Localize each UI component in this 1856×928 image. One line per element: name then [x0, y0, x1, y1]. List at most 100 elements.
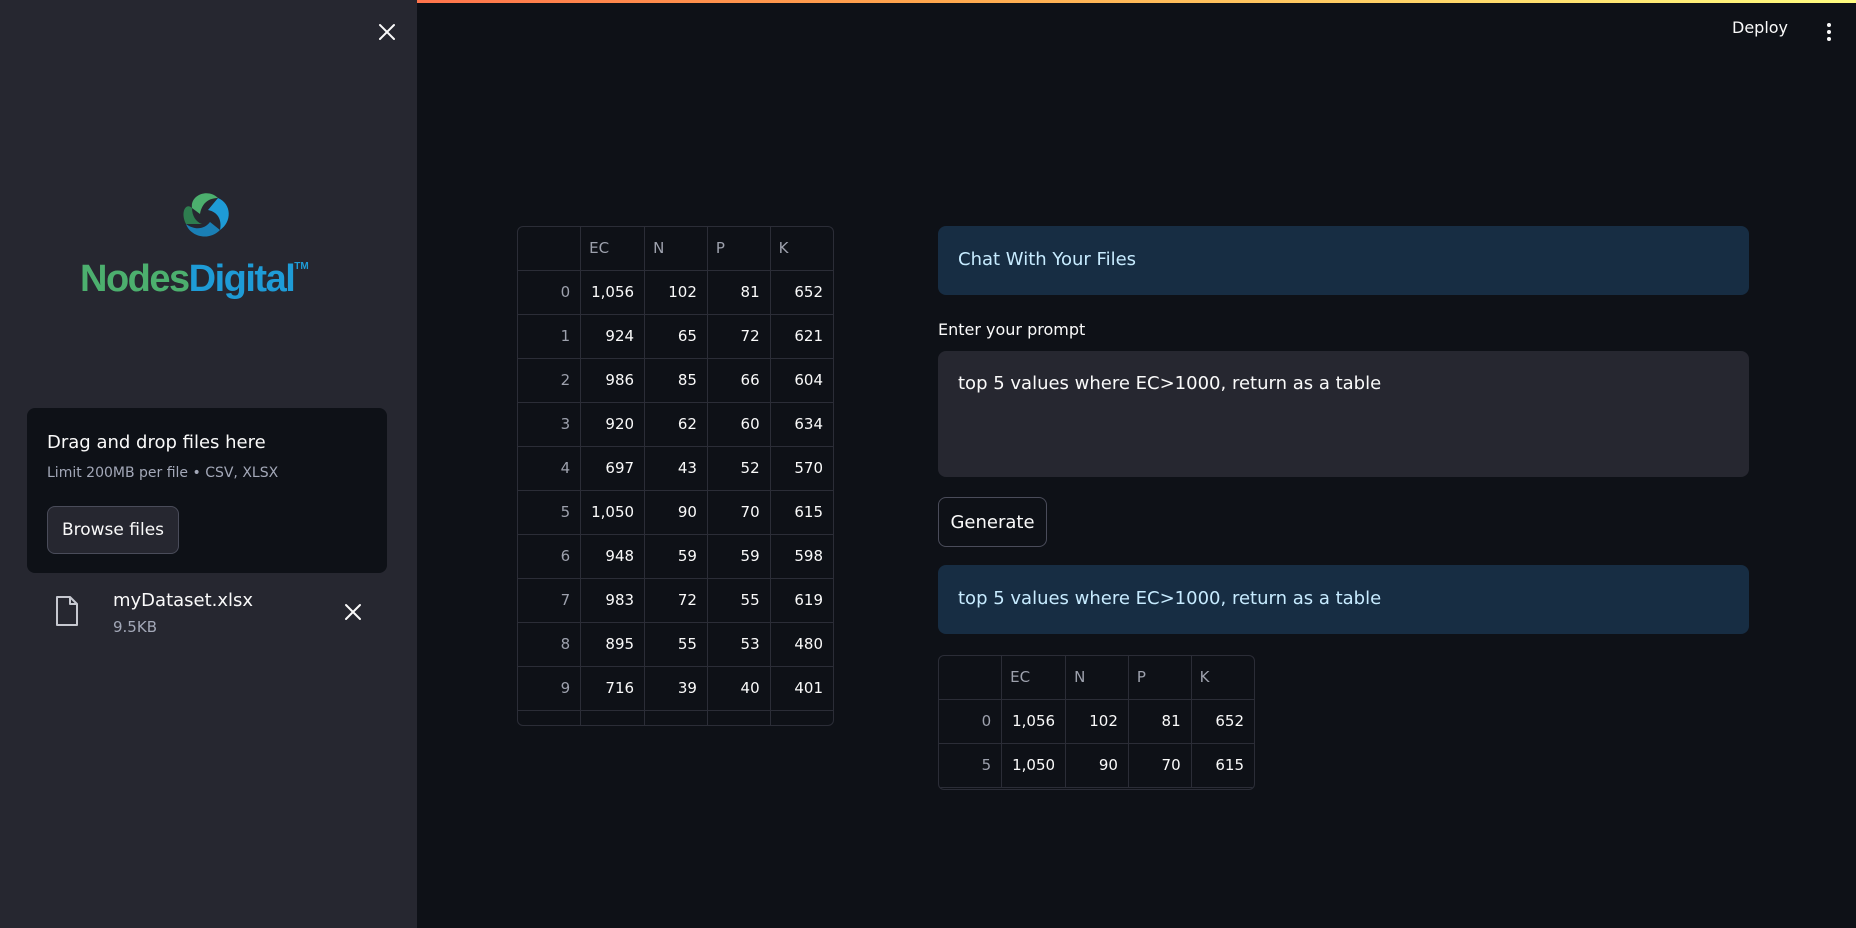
index-column-header[interactable]	[518, 227, 582, 271]
prompt-textarea[interactable]: top 5 values where EC>1000, return as a …	[938, 351, 1749, 477]
table-cell[interactable]: 621	[770, 314, 833, 359]
row-index-cell[interactable]: 0	[518, 270, 582, 315]
table-cell[interactable]: 53	[707, 622, 771, 667]
table-cell[interactable]: 70	[1128, 743, 1192, 788]
column-header-k[interactable]: K	[770, 227, 833, 271]
column-header-ec[interactable]: EC	[580, 227, 646, 271]
table-row[interactable]: 7 983 72 55 619	[518, 578, 833, 623]
table-row[interactable]: 8 895 55 53 480	[518, 622, 833, 667]
table-cell[interactable]: 619	[770, 578, 833, 623]
row-index-cell[interactable]: 2	[518, 358, 582, 403]
table-cell[interactable]: 615	[1191, 743, 1254, 788]
column-header-k[interactable]: K	[1191, 656, 1254, 700]
browse-files-button[interactable]: Browse files	[47, 506, 179, 554]
table-cell[interactable]: 948	[580, 534, 646, 579]
table-row[interactable]: 6 948 59 59 598	[518, 534, 833, 579]
table-cell[interactable]: 55	[644, 622, 708, 667]
table-cell[interactable]: 59	[644, 534, 708, 579]
column-header-ec[interactable]: EC	[1001, 656, 1067, 700]
column-header-p[interactable]: P	[707, 227, 771, 271]
table-cell[interactable]: 59	[707, 534, 771, 579]
row-index-cell[interactable]: 6	[518, 534, 582, 579]
row-index-cell[interactable]: 0	[939, 699, 1003, 744]
row-index-cell[interactable]: 5	[518, 490, 582, 535]
table-cell[interactable]: 90	[644, 490, 708, 535]
table-cell[interactable]: 72	[707, 314, 771, 359]
table-cell[interactable]: 65	[644, 314, 708, 359]
row-index-cell[interactable]: 7	[518, 578, 582, 623]
deploy-button[interactable]: Deploy	[1732, 18, 1788, 37]
row-index-cell[interactable]: 9	[518, 666, 582, 711]
table-cell[interactable]: 652	[1191, 699, 1254, 744]
dataset-table-grid: EC N P K 0 1,056 102 81 652 1 924 65 72 621 2 986 85 66 6…	[518, 227, 833, 725]
table-cell[interactable]: 62	[644, 402, 708, 447]
kebab-menu-icon[interactable]	[1820, 20, 1838, 44]
table-cell[interactable]: 924	[580, 314, 646, 359]
uploaded-file-item: myDataset.xlsx 9.5KB	[27, 580, 387, 650]
table-row[interactable]: 5 1,050 90 70 615	[939, 743, 1254, 788]
result-table[interactable]: EC N P K 0 1,056 102 81 652 5 1,050 90 70 615	[938, 655, 1255, 790]
table-cell[interactable]: 39	[644, 666, 708, 711]
table-cell[interactable]: 70	[707, 490, 771, 535]
table-row[interactable]: 3 920 62 60 634	[518, 402, 833, 447]
table-cell[interactable]: 102	[644, 270, 708, 315]
dataset-table[interactable]: EC N P K 0 1,056 102 81 652 1 924 65 72 621 2 986 85 66 6…	[517, 226, 834, 726]
table-cell[interactable]: 102	[1065, 699, 1129, 744]
chat-title-banner: Chat With Your Files	[938, 226, 1749, 295]
table-cell[interactable]: 480	[770, 622, 833, 667]
table-row[interactable]: 0 1,056 102 81 652	[939, 699, 1254, 744]
table-cell[interactable]: 81	[707, 270, 771, 315]
table-row[interactable]: 4 697 43 52 570	[518, 446, 833, 491]
table-cell[interactable]: 1,050	[1001, 743, 1067, 788]
table-row[interactable]: 1 924 65 72 621	[518, 314, 833, 359]
generate-button[interactable]: Generate	[938, 497, 1047, 547]
table-cell[interactable]: 52	[707, 446, 771, 491]
table-cell[interactable]: 697	[580, 446, 646, 491]
column-header-n[interactable]: N	[644, 227, 708, 271]
table-cell[interactable]: 615	[770, 490, 833, 535]
file-uploader-dropzone[interactable]: Drag and drop files here Limit 200MB per…	[27, 408, 387, 573]
table-cell[interactable]: 920	[580, 402, 646, 447]
table-cell[interactable]: 895	[580, 622, 646, 667]
table-cell[interactable]: 43	[644, 446, 708, 491]
table-cell[interactable]: 1,056	[580, 270, 646, 315]
table-cell[interactable]: 60	[707, 402, 771, 447]
table-cell[interactable]: 604	[770, 358, 833, 403]
table-cell[interactable]: 55	[707, 578, 771, 623]
table-cell[interactable]: 66	[707, 358, 771, 403]
table-cell[interactable]: 570	[770, 446, 833, 491]
table-row[interactable]: 0 1,056 102 81 652	[518, 270, 833, 315]
table-row[interactable]: 5 1,050 90 70 615	[518, 490, 833, 535]
table-cell[interactable]: 81	[1128, 699, 1192, 744]
row-index-cell[interactable]: 4	[518, 446, 582, 491]
row-index-cell[interactable]: 5	[939, 743, 1003, 788]
row-index-cell[interactable]: 3	[518, 402, 582, 447]
chat-title-text: Chat With Your Files	[958, 249, 1137, 270]
index-column-header[interactable]	[939, 656, 1003, 700]
table-cell[interactable]: 1,056	[1001, 699, 1067, 744]
table-cell	[644, 710, 708, 725]
column-header-p[interactable]: P	[1128, 656, 1192, 700]
table-cell[interactable]: 85	[644, 358, 708, 403]
remove-file-icon[interactable]	[343, 602, 363, 622]
table-cell[interactable]: 716	[580, 666, 646, 711]
table-cell[interactable]: 598	[770, 534, 833, 579]
table-cell[interactable]: 90	[1065, 743, 1129, 788]
table-cell[interactable]: 1,050	[580, 490, 646, 535]
column-header-n[interactable]: N	[1065, 656, 1129, 700]
row-index-cell[interactable]: 1	[518, 314, 582, 359]
logo-wordmark: NodesDigitalTM	[80, 258, 309, 301]
table-row[interactable]: 2 986 85 66 604	[518, 358, 833, 403]
sidebar-close-icon[interactable]	[375, 20, 399, 44]
row-index-cell[interactable]: 8	[518, 622, 582, 667]
response-text: top 5 values where EC>1000, return as a …	[958, 588, 1382, 609]
table-cell[interactable]: 401	[770, 666, 833, 711]
table-cell[interactable]: 986	[580, 358, 646, 403]
table-row[interactable]: 9 716 39 40 401	[518, 666, 833, 711]
table-cell[interactable]: 40	[707, 666, 771, 711]
table-cell[interactable]: 652	[770, 270, 833, 315]
table-cell	[707, 710, 771, 725]
table-cell[interactable]: 983	[580, 578, 646, 623]
table-cell[interactable]: 634	[770, 402, 833, 447]
table-cell[interactable]: 72	[644, 578, 708, 623]
